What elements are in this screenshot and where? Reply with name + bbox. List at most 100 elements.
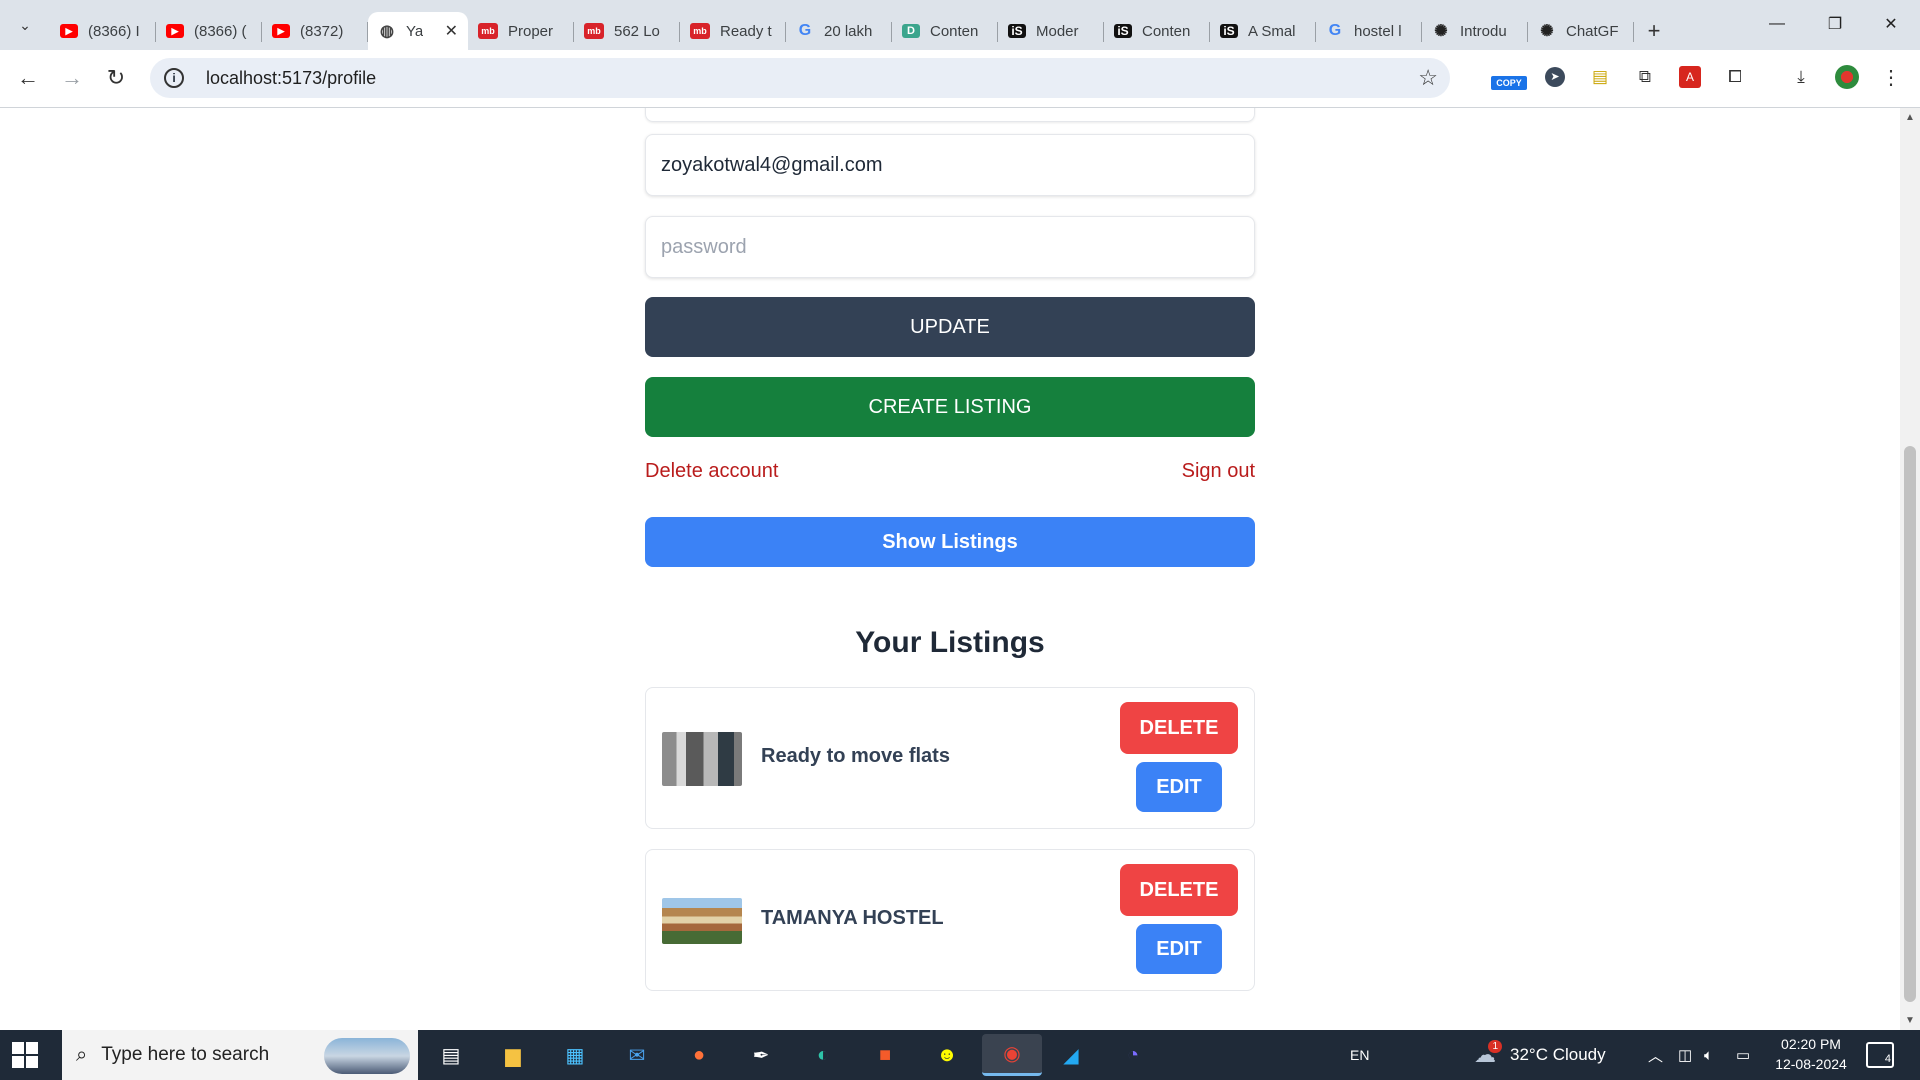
taskbar-search-box[interactable]: ⌕ Type here to search — [62, 1030, 418, 1080]
bookmark-star-icon[interactable]: ☆ — [1418, 65, 1438, 91]
tab[interactable]: iS Conten — [1104, 12, 1210, 50]
extensions-puzzle-icon[interactable]: ⧠ — [1720, 62, 1750, 92]
tab-label: Moder — [1036, 22, 1079, 40]
app-circle-icon[interactable]: ◔ — [1116, 1038, 1150, 1072]
clock[interactable]: 02:20 PM 12-08-2024 — [1766, 1034, 1856, 1074]
scroll-up-arrow-icon[interactable]: ▲ — [1905, 112, 1915, 123]
scrollbar-thumb[interactable] — [1904, 446, 1916, 1002]
listing-thumbnail[interactable] — [662, 732, 742, 786]
tab-label: Proper — [508, 22, 554, 40]
firefox-icon[interactable]: ● — [682, 1038, 716, 1072]
tab-label: 20 lakh — [824, 22, 873, 40]
volume-icon[interactable]: 🔈︎ — [1704, 1030, 1713, 1080]
listing-name[interactable]: TAMANYA HOSTEL — [761, 907, 944, 930]
extension-pdf-icon[interactable]: A — [1675, 62, 1705, 92]
listing-name[interactable]: Ready to move flats — [761, 745, 950, 768]
tab-label: Ya — [406, 22, 424, 40]
address-bar[interactable]: i localhost:5173/profile ☆ — [150, 58, 1450, 98]
extension-cursor-icon[interactable]: ➤ — [1540, 62, 1570, 92]
vscode-icon[interactable]: ◢ — [1054, 1038, 1088, 1072]
tab[interactable]: iS A Smal — [1210, 12, 1316, 50]
minimize-icon: — — [1769, 15, 1785, 32]
tab[interactable]: ▶ (8366) I — [50, 12, 156, 50]
battery-icon[interactable]: ▭ — [1736, 1030, 1750, 1080]
arrow-left-icon: ← — [17, 65, 39, 90]
delete-account-link[interactable]: Delete account — [645, 460, 778, 490]
edit-listing-button[interactable]: EDIT — [1136, 924, 1222, 974]
tab-active[interactable]: ◍ Ya ✕ — [368, 12, 468, 50]
tab-search-button[interactable]: ⌄ — [8, 8, 42, 42]
tab[interactable]: ▶ (8372) — [262, 12, 368, 50]
delete-listing-button[interactable]: DELETE — [1120, 864, 1238, 916]
password-field[interactable]: password — [645, 216, 1255, 278]
tab[interactable]: G 20 lakh — [786, 12, 892, 50]
plus-icon: + — [1647, 18, 1661, 43]
task-view-icon[interactable]: ▤ — [434, 1038, 468, 1072]
page-scrollbar[interactable]: ▲ ▼ — [1900, 108, 1920, 1030]
show-listings-button[interactable]: Show Listings — [645, 517, 1255, 567]
update-button[interactable]: UPDATE — [645, 297, 1255, 357]
create-listing-button[interactable]: CREATE LISTING — [645, 377, 1255, 437]
tab-label: (8366) I — [88, 22, 140, 40]
microsoft-store-icon[interactable]: ▦ — [558, 1038, 592, 1072]
pen-app-icon[interactable]: ✒ — [744, 1038, 778, 1072]
reload-button[interactable]: ↻ — [98, 60, 134, 96]
file-explorer-icon[interactable]: ▆ — [496, 1038, 530, 1072]
tab-list: ▶ (8366) I ▶ (8366) ( ▶ (8372) ◍ Ya ✕ mb Prope… — [50, 6, 1674, 50]
url-text[interactable]: localhost:5173/profile — [206, 68, 376, 89]
youtube-icon: ▶ — [166, 24, 184, 38]
extension-note-icon[interactable]: ▤ — [1585, 62, 1615, 92]
tab[interactable]: D Conten — [892, 12, 998, 50]
download-icon[interactable]: ⤓ — [1786, 62, 1816, 92]
tab[interactable]: mb Ready t — [680, 12, 786, 50]
copy-extension-button[interactable]: COPY — [1490, 62, 1528, 92]
site-info-icon[interactable]: i — [164, 68, 184, 88]
listing-thumbnail[interactable] — [662, 898, 742, 944]
is-icon: iS — [1220, 24, 1238, 38]
minimize-button[interactable]: — — [1748, 0, 1806, 48]
magicbricks-icon: mb — [584, 23, 604, 39]
tab-label: Conten — [1142, 22, 1191, 40]
chrome-icon[interactable]: ◉ — [982, 1034, 1042, 1076]
more-menu-icon[interactable]: ⋮ — [1876, 62, 1906, 92]
edge-icon[interactable]: ◐ — [806, 1038, 840, 1072]
back-button[interactable]: ← — [10, 60, 46, 96]
snapchat-icon[interactable]: ☻ — [930, 1038, 964, 1072]
is-icon: iS — [1008, 24, 1026, 38]
delete-listing-button[interactable]: DELETE — [1120, 702, 1238, 754]
edit-listing-button[interactable]: EDIT — [1136, 762, 1222, 812]
close-window-button[interactable]: ✕ — [1862, 0, 1920, 48]
close-tab-icon[interactable]: ✕ — [445, 21, 458, 41]
weather-widget[interactable]: ☁ 1 32°C Cloudy — [1474, 1030, 1606, 1080]
tab[interactable]: ✺ ChatGF — [1528, 12, 1634, 50]
email-field[interactable]: zoyakotwal4@gmail.com — [645, 134, 1255, 196]
tab-label: A Smal — [1248, 22, 1296, 40]
sign-out-link[interactable]: Sign out — [1182, 460, 1255, 490]
meet-now-icon[interactable]: ◫ — [1678, 1030, 1692, 1080]
mail-icon[interactable]: ✉ — [620, 1038, 654, 1072]
forward-button[interactable]: → — [54, 60, 90, 96]
username-field[interactable] — [645, 108, 1255, 122]
show-hidden-icons-icon[interactable]: ︿ — [1648, 1030, 1663, 1080]
restore-button[interactable]: ❐ — [1806, 0, 1864, 48]
tab[interactable]: iS Moder — [998, 12, 1104, 50]
profile-avatar[interactable] — [1832, 62, 1862, 92]
tab-label: hostel l — [1354, 22, 1402, 40]
tab[interactable]: mb 562 Lo — [574, 12, 680, 50]
openai-icon: ✺ — [1434, 23, 1448, 40]
tab[interactable]: mb Proper — [468, 12, 574, 50]
tab[interactable]: ✺ Introdu — [1422, 12, 1528, 50]
new-tab-button[interactable]: + — [1634, 12, 1674, 50]
scroll-down-arrow-icon[interactable]: ▼ — [1905, 1015, 1915, 1026]
taskbar-search-placeholder: Type here to search — [101, 1044, 270, 1065]
tab[interactable]: Ghostel l — [1316, 12, 1422, 50]
windows-start-icon[interactable] — [12, 1042, 38, 1068]
extension-tabs-icon[interactable]: ⧉ — [1630, 62, 1660, 92]
tab-label: (8366) ( — [194, 22, 247, 40]
magicbricks-icon: mb — [478, 23, 498, 39]
language-indicator[interactable]: EN — [1350, 1030, 1369, 1080]
tab[interactable]: ▶ (8366) ( — [156, 12, 262, 50]
cloud-icon: ☁ 1 — [1474, 1040, 1502, 1068]
wps-office-icon[interactable]: ■ — [868, 1038, 902, 1072]
notification-center-icon[interactable]: 4 — [1866, 1042, 1894, 1068]
